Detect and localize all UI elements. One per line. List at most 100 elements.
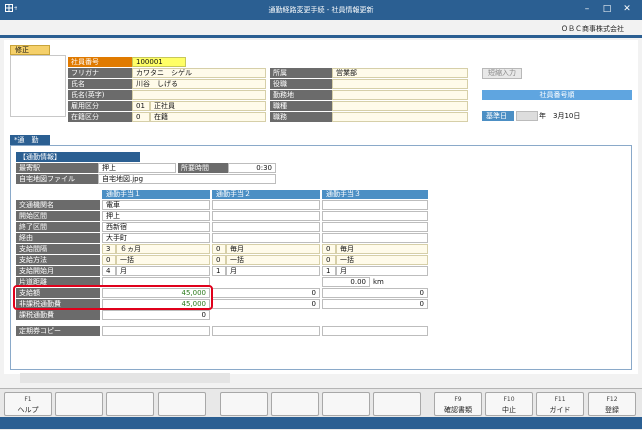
employment-type-label: 雇用区分 [68,101,132,111]
application-window: + 通勤経路変更手続 - 社員情報更新 – □ ✕ ＯＢＣ商事株式会社 修正 社… [0,0,642,430]
col1-end-field[interactable]: 西新宿 [102,222,210,232]
f5-button[interactable] [220,392,268,416]
commute-info-header: 【通勤情報】 [16,152,140,162]
col1-taxable-field[interactable]: 0 [102,310,210,320]
col3-transport-field[interactable] [322,200,428,210]
name-field[interactable]: 川谷 しげる [132,79,266,89]
status-bar [0,417,642,429]
map-file-label: 自宅地図ファイル [16,174,98,184]
f6-button[interactable] [271,392,319,416]
col3-pass-copy-field[interactable] [322,326,428,336]
f4-button[interactable] [158,392,206,416]
nearest-station-label: 最寄駅 [16,163,98,173]
col3-period-code[interactable]: 0 [322,244,336,254]
company-name: ＯＢＣ商事株式会社 [561,25,624,33]
base-date-label: 基準日 [482,111,514,121]
col2-transport-field[interactable] [212,200,320,210]
name-english-field[interactable] [132,90,266,100]
enrollment-code[interactable]: 0 [132,112,150,122]
base-date-value[interactable]: 年 3月10日 [539,111,609,121]
distance-unit: km [373,278,384,286]
col1-method-code[interactable]: 0 [102,255,116,265]
main-panel: 修正 社員番号 100001 フリガナ カワタニ シゲル 氏名 川谷 しげる 氏… [4,40,638,383]
col1-transport-field[interactable]: 電車 [102,200,210,210]
title-bar: + 通勤経路変更手続 - 社員情報更新 – □ ✕ [0,0,642,20]
header-stripe [0,35,642,38]
map-file-field[interactable]: 自宅地図.jpg [98,174,276,184]
f12-register-button[interactable]: F12 登録 [588,392,636,416]
col3-distance-field[interactable]: 0.00 [322,277,370,287]
message-bar [20,373,230,383]
f10-cancel-button[interactable]: F10 中止 [485,392,533,416]
transport-label: 交通機関名 [16,200,100,210]
col2-amount-field[interactable]: 0 [212,288,320,298]
col3-via-field[interactable] [322,233,428,243]
f8-button[interactable] [373,392,421,416]
photo-box[interactable] [10,55,66,117]
col3-start-month-code[interactable]: 1 [322,266,336,276]
window-title: 通勤経路変更手続 - 社員情報更新 [268,6,374,14]
job-type-field[interactable] [332,101,468,111]
col2-period-code[interactable]: 0 [212,244,226,254]
employee-number-field[interactable]: 100001 [132,57,186,67]
employment-type-text: 正社員 [150,101,266,111]
sort-order-bar[interactable]: 社員番号順 [482,90,632,100]
col1-method-text: 一括 [116,255,210,265]
f2-button[interactable] [55,392,103,416]
payment-method-label: 支給方法 [16,255,100,265]
col1-period-code[interactable]: 3 [102,244,116,254]
pass-copy-label: 定期券コピー [16,326,100,336]
f11-guide-button[interactable]: F11 ガイド [536,392,584,416]
col2-nontax-field[interactable]: 0 [212,299,320,309]
furigana-field[interactable]: カワタニ シゲル [132,68,266,78]
payment-interval-label: 支給間隔 [16,244,100,254]
base-date-era[interactable] [516,111,538,121]
allowance-col3-header: 通勤手当３ [322,190,428,199]
department-field[interactable]: 営業部 [332,68,468,78]
col2-method-text: 一括 [226,255,320,265]
f1-help-button[interactable]: F1 ヘルプ [4,392,52,416]
col1-start-field[interactable]: 押上 [102,211,210,221]
workplace-field[interactable] [332,90,468,100]
col2-pass-copy-field[interactable] [212,326,320,336]
col3-start-month-text: 月 [336,266,428,276]
col1-via-field[interactable]: 大手町 [102,233,210,243]
col2-method-code[interactable]: 0 [212,255,226,265]
duty-field[interactable] [332,112,468,122]
col2-via-field[interactable] [212,233,320,243]
col2-period-text: 毎月 [226,244,320,254]
col3-start-field[interactable] [322,211,428,221]
minimize-icon[interactable]: – [580,3,594,16]
maximize-icon[interactable]: □ [600,3,614,16]
col3-method-code[interactable]: 0 [322,255,336,265]
col2-start-month-code[interactable]: 1 [212,266,226,276]
f9-documents-button[interactable]: F9 確認書類 [434,392,482,416]
col3-period-text: 毎月 [336,244,428,254]
col1-start-month-code[interactable]: 4 [102,266,116,276]
allowance-col1-header: 通勤手当１ [102,190,210,199]
col3-end-field[interactable] [322,222,428,232]
col2-start-field[interactable] [212,211,320,221]
col1-pass-copy-field[interactable] [102,326,210,336]
col3-method-text: 一括 [336,255,428,265]
col3-amount-field[interactable]: 0 [322,288,428,298]
amount-highlight-box [13,285,213,310]
furigana-label: フリガナ [68,68,132,78]
f3-button[interactable] [106,392,154,416]
position-field[interactable] [332,79,468,89]
name-label: 氏名 [68,79,132,89]
short-input-button[interactable]: 短縮入力 [482,68,522,79]
end-section-label: 終了区間 [16,222,100,232]
col3-nontax-field[interactable]: 0 [322,299,428,309]
position-label: 役職 [270,79,332,89]
name-english-label: 氏名(英字) [68,90,132,100]
travel-time-field[interactable]: 0:30 [228,163,276,173]
employment-type-code[interactable]: 01 [132,101,150,111]
tab-commute[interactable]: *通 勤 [10,135,50,145]
close-icon[interactable]: ✕ [620,3,634,16]
nearest-station-field[interactable]: 押上 [98,163,176,173]
f7-button[interactable] [322,392,370,416]
taxable-commute-label: 課税通勤費 [16,310,100,320]
workplace-label: 勤務地 [270,90,332,100]
col2-end-field[interactable] [212,222,320,232]
